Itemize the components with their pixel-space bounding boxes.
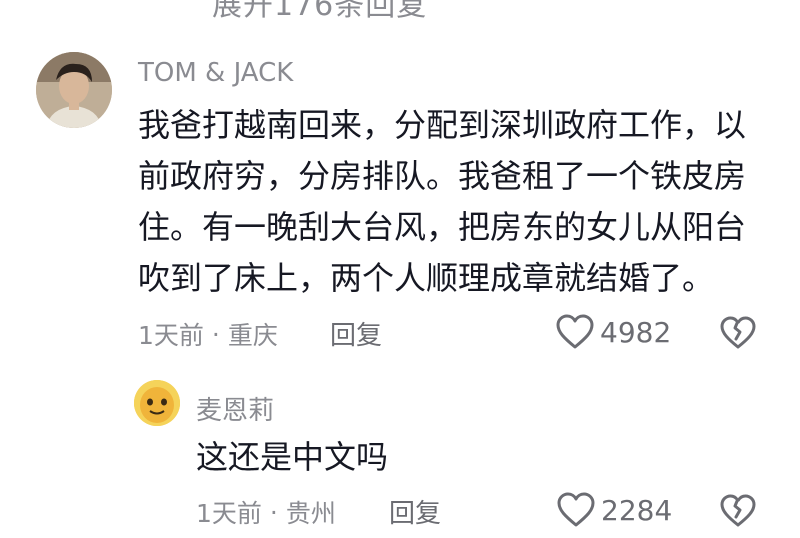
comment-text: 我爸打越南回来，分配到深圳政府工作，以前政府穷，分房排队。我爸租了一个铁皮房住。… (138, 106, 747, 297)
broken-heart-icon (720, 494, 756, 527)
reply-location: 贵州 (285, 499, 336, 528)
expand-replies-link[interactable]: 展开176条回复 (212, 0, 427, 24)
meta-separator: · (269, 497, 278, 527)
comment-time: 1天前 (138, 321, 204, 350)
heart-outline-icon (556, 314, 594, 349)
reply-meta: 1天前 · 贵州 (196, 494, 336, 530)
reply-username[interactable]: 麦恩莉 (196, 390, 274, 427)
comment-location: 重庆 (227, 321, 278, 350)
comment-username[interactable]: TOM & JACK (138, 58, 293, 88)
avatar[interactable] (36, 52, 112, 128)
reply-text: 这还是中文吗 (196, 438, 389, 476)
reply-button[interactable]: 回复 (330, 315, 382, 352)
user-photo (36, 52, 112, 128)
meta-separator: · (211, 319, 220, 349)
comment-meta: 1天前 · 重庆 (138, 316, 278, 352)
smiley-photo (134, 380, 180, 426)
dislike-button[interactable] (720, 316, 756, 354)
reply-avatar[interactable] (134, 380, 180, 426)
reply-like-count: 2284 (601, 493, 673, 527)
reply-reply-button[interactable]: 回复 (389, 493, 441, 530)
like-button[interactable]: 4982 (556, 314, 671, 350)
broken-heart-icon (720, 316, 756, 349)
reply-like-button[interactable]: 2284 (557, 492, 672, 528)
reply-time: 1天前 (196, 499, 262, 528)
heart-outline-icon (557, 492, 595, 527)
like-count: 4982 (600, 315, 672, 349)
reply-dislike-button[interactable] (720, 494, 756, 532)
